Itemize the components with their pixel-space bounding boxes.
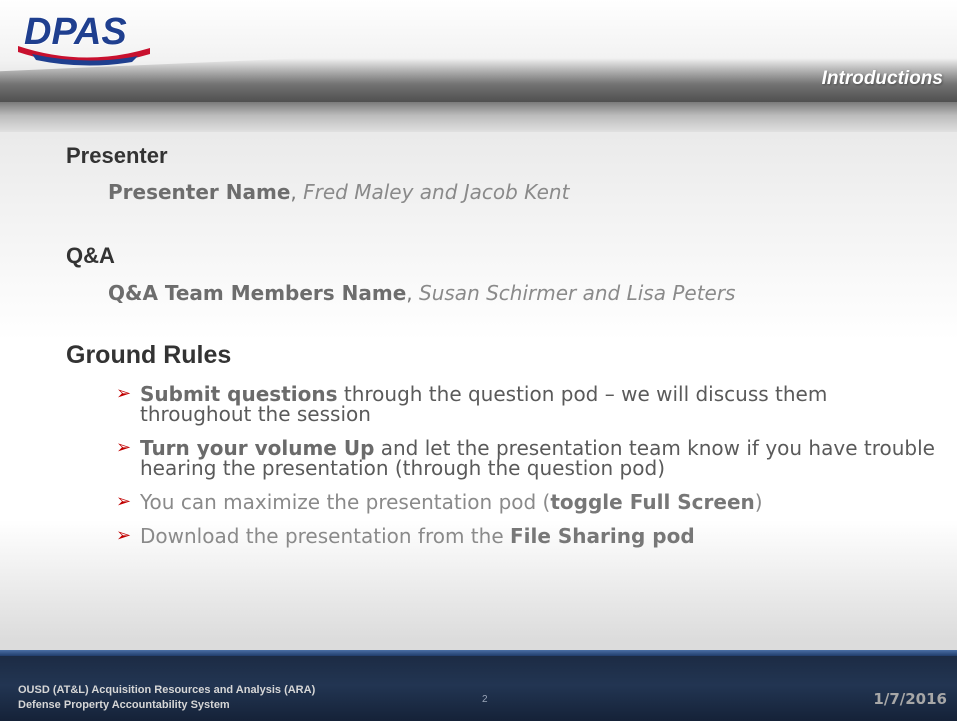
rule-text: You can maximize the presentation pod ( <box>140 490 551 514</box>
rule-emphasis: File Sharing pod <box>509 524 695 548</box>
logo-text: DPAS <box>24 11 127 53</box>
ground-rule-item: ➢ Submit questions through the question … <box>116 383 936 425</box>
qa-line: Q&A Team Members Name, Susan Schirmer an… <box>108 281 735 305</box>
rule-text-end: ) <box>754 490 763 514</box>
presenter-heading: Presenter <box>66 143 168 168</box>
footer-date: 1/7/2016 <box>873 690 947 708</box>
bullet-arrow-icon: ➢ <box>116 525 132 546</box>
ground-rule-item: ➢ Turn your volume Up and let the presen… <box>116 437 936 479</box>
ground-rule-item: ➢ You can maximize the presentation pod … <box>116 490 936 514</box>
presenter-line: Presenter Name, Fred Maley and Jacob Ken… <box>108 180 569 204</box>
slide: DPAS Introductions Presenter Presenter N… <box>0 0 957 721</box>
ground-rules-list: ➢ Submit questions through the question … <box>116 384 936 560</box>
qa-heading: Q&A <box>66 243 115 268</box>
ground-rules-heading: Ground Rules <box>66 341 232 369</box>
footer-org-line-2: Defense Property Accountability System <box>18 699 230 711</box>
slide-title: Introductions <box>821 68 943 89</box>
ground-rule-item: ➢ Download the presentation from the Fil… <box>116 524 936 548</box>
bullet-arrow-icon: ➢ <box>116 437 132 458</box>
presenter-role: Presenter Name <box>108 180 291 204</box>
presenter-names: Fred Maley and Jacob Kent <box>303 180 570 204</box>
dpas-logo: DPAS <box>18 10 150 66</box>
qa-role: Q&A Team Members Name <box>108 281 407 305</box>
bullet-arrow-icon: ➢ <box>116 491 132 512</box>
footer-org-line-1: OUSD (AT&L) Acquisition Resources and An… <box>18 684 316 696</box>
rule-text: Download the presentation from the <box>140 524 510 548</box>
presenter-separator: , <box>290 180 304 204</box>
qa-names: Susan Schirmer and Lisa Peters <box>419 281 736 305</box>
bullet-arrow-icon: ➢ <box>116 383 132 404</box>
rule-emphasis: toggle Full Screen <box>550 490 755 514</box>
header-shadow-band <box>0 102 957 132</box>
page-number: 2 <box>482 694 488 705</box>
qa-separator: , <box>406 281 420 305</box>
